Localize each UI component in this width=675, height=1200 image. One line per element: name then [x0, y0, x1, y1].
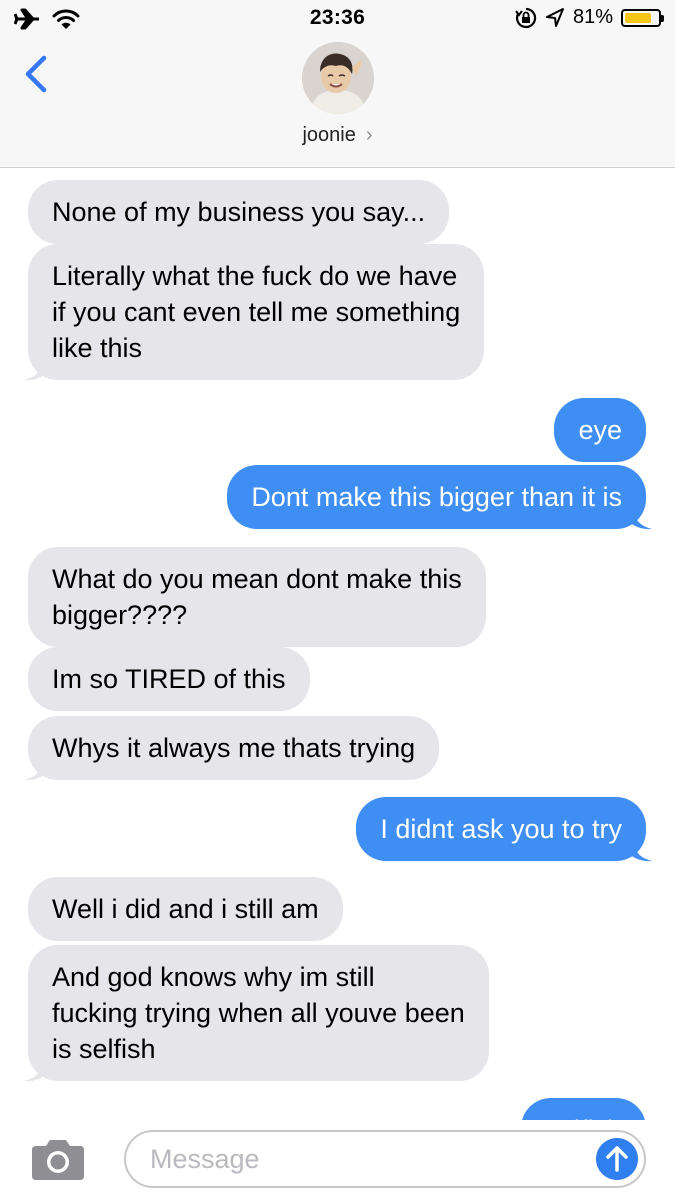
message-line: And god knows why im still	[52, 962, 375, 992]
avatar-photo	[302, 42, 374, 114]
bubble-tail	[24, 1060, 48, 1082]
incoming-message[interactable]: What do you mean dont make this bigger???…	[28, 547, 486, 647]
incoming-message[interactable]: Literally what the fuck do we have if you…	[28, 244, 485, 380]
message-line: None of my business you say...	[52, 197, 426, 227]
chevron-right-icon: ›	[365, 124, 373, 146]
bubble-tail	[24, 759, 48, 781]
input-bar	[0, 1120, 675, 1200]
incoming-message[interactable]: And god knows why im still fucking trying…	[28, 945, 489, 1081]
message-line: if you cant even tell me something	[52, 297, 461, 327]
incoming-message[interactable]: Whys it always me thats trying	[28, 716, 440, 780]
message-input[interactable]	[150, 1140, 570, 1178]
bubble-tail	[628, 840, 652, 862]
outgoing-message[interactable]: I didnt ask you to try	[356, 797, 646, 861]
outgoing-message[interactable]: Dont make this bigger than it is	[227, 465, 646, 529]
message-line: Well i did and i still am	[52, 894, 319, 924]
message-line: bigger????	[52, 600, 188, 630]
bubble-tail	[24, 359, 48, 381]
incoming-message[interactable]: Im so TIRED of this	[28, 647, 310, 711]
message-line: I didnt ask you to try	[380, 814, 622, 844]
orientation-lock-icon	[515, 7, 537, 28]
status-right: 81%	[515, 6, 664, 29]
incoming-message[interactable]: Well i did and i still am	[28, 877, 343, 941]
send-button[interactable]	[596, 1138, 638, 1180]
camera-button[interactable]	[28, 1138, 88, 1182]
back-button[interactable]	[18, 52, 54, 96]
message-line: Literally what the fuck do we have	[52, 261, 458, 291]
incoming-message[interactable]: None of my business you say...	[28, 180, 450, 244]
outgoing-message[interactable]: selfish	[521, 1098, 646, 1120]
contact-name: joonie	[302, 124, 356, 146]
bubble-tail	[628, 508, 652, 530]
message-line: Whys it always me thats trying	[52, 733, 416, 763]
contact-name-row[interactable]: joonie ›	[0, 124, 675, 147]
message-line: selfish	[545, 1112, 622, 1120]
message-line: like this	[52, 333, 143, 363]
chevron-left-icon	[25, 55, 47, 93]
conversation-header: 23:36 81% joonie ›	[0, 0, 675, 168]
battery-level	[625, 12, 651, 23]
message-line: is selfish	[52, 1034, 156, 1064]
status-bar: 23:36 81%	[0, 0, 675, 40]
message-line: eye	[578, 415, 622, 445]
message-line: fucking trying when all youve been	[52, 998, 465, 1028]
outgoing-message[interactable]: eye	[554, 398, 646, 462]
message-line: Dont make this bigger than it is	[251, 482, 622, 512]
message-line: What do you mean dont make this	[52, 564, 462, 594]
message-field[interactable]	[124, 1130, 646, 1188]
message-line: Im so TIRED of this	[52, 664, 286, 694]
location-icon	[545, 7, 564, 27]
contact-avatar[interactable]	[302, 42, 374, 114]
message-thread[interactable]: None of my business you say... Literally …	[0, 168, 675, 1120]
camera-icon	[32, 1140, 84, 1180]
battery-icon	[621, 8, 664, 27]
battery-percent: 81%	[572, 6, 613, 28]
